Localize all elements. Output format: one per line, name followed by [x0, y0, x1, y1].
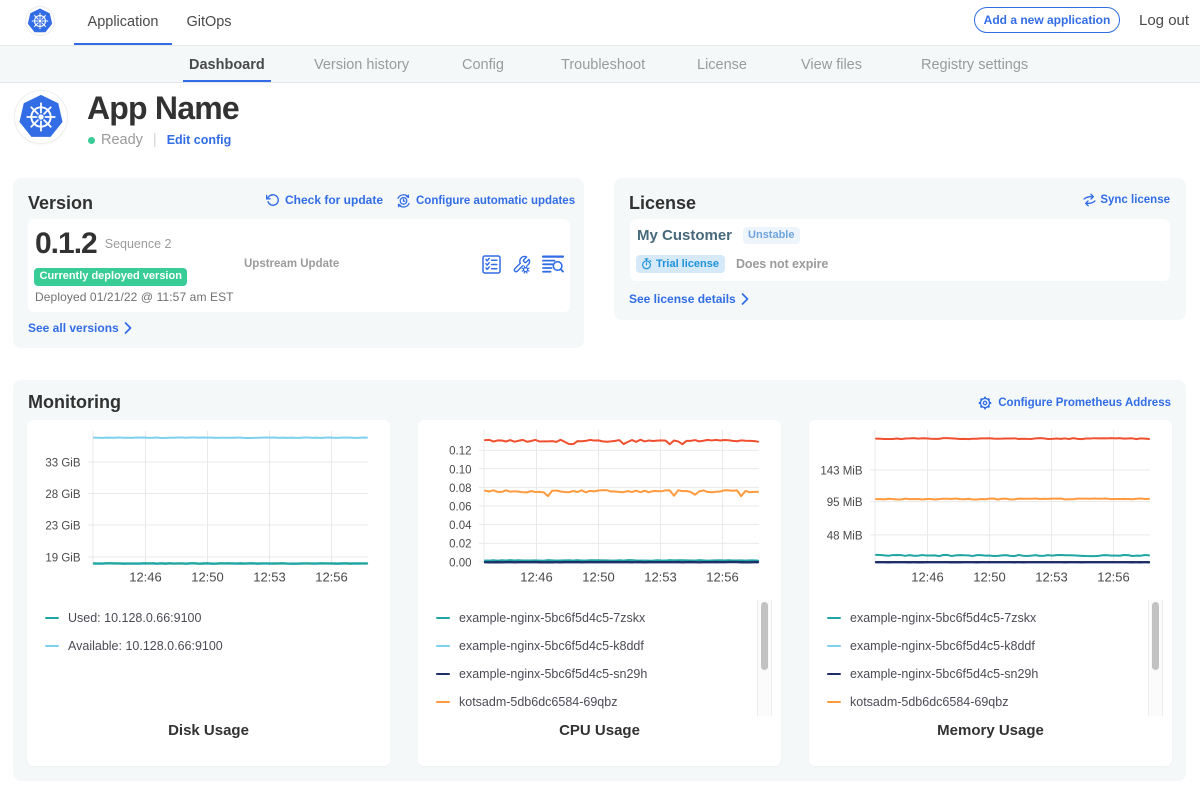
svg-text:12:53: 12:53 — [644, 570, 677, 585]
svg-text:12:46: 12:46 — [520, 570, 553, 585]
svg-text:0.08: 0.08 — [449, 483, 471, 495]
svg-text:0.10: 0.10 — [449, 464, 471, 476]
svg-text:0.02: 0.02 — [449, 539, 471, 551]
svg-text:12:56: 12:56 — [1097, 570, 1130, 585]
svg-text:12:53: 12:53 — [253, 570, 286, 585]
svg-text:0.04: 0.04 — [449, 520, 472, 532]
svg-text:12:56: 12:56 — [706, 570, 739, 585]
svg-text:0.00: 0.00 — [449, 557, 471, 569]
svg-text:48 MiB: 48 MiB — [827, 530, 863, 542]
svg-text:12:46: 12:46 — [911, 570, 944, 585]
svg-text:12:46: 12:46 — [129, 570, 162, 585]
svg-text:12:50: 12:50 — [191, 570, 224, 585]
svg-text:12:50: 12:50 — [973, 570, 1006, 585]
svg-text:143 MiB: 143 MiB — [820, 465, 863, 477]
svg-text:28 GiB: 28 GiB — [45, 489, 80, 501]
svg-text:23 GiB: 23 GiB — [45, 521, 80, 533]
svg-text:12:53: 12:53 — [1035, 570, 1068, 585]
svg-text:12:50: 12:50 — [582, 570, 615, 585]
svg-text:0.06: 0.06 — [449, 502, 471, 514]
svg-text:0.12: 0.12 — [449, 446, 471, 458]
svg-text:19 GiB: 19 GiB — [45, 553, 80, 565]
svg-text:95 MiB: 95 MiB — [827, 497, 863, 509]
svg-text:33 GiB: 33 GiB — [45, 458, 80, 470]
svg-text:12:56: 12:56 — [315, 570, 348, 585]
